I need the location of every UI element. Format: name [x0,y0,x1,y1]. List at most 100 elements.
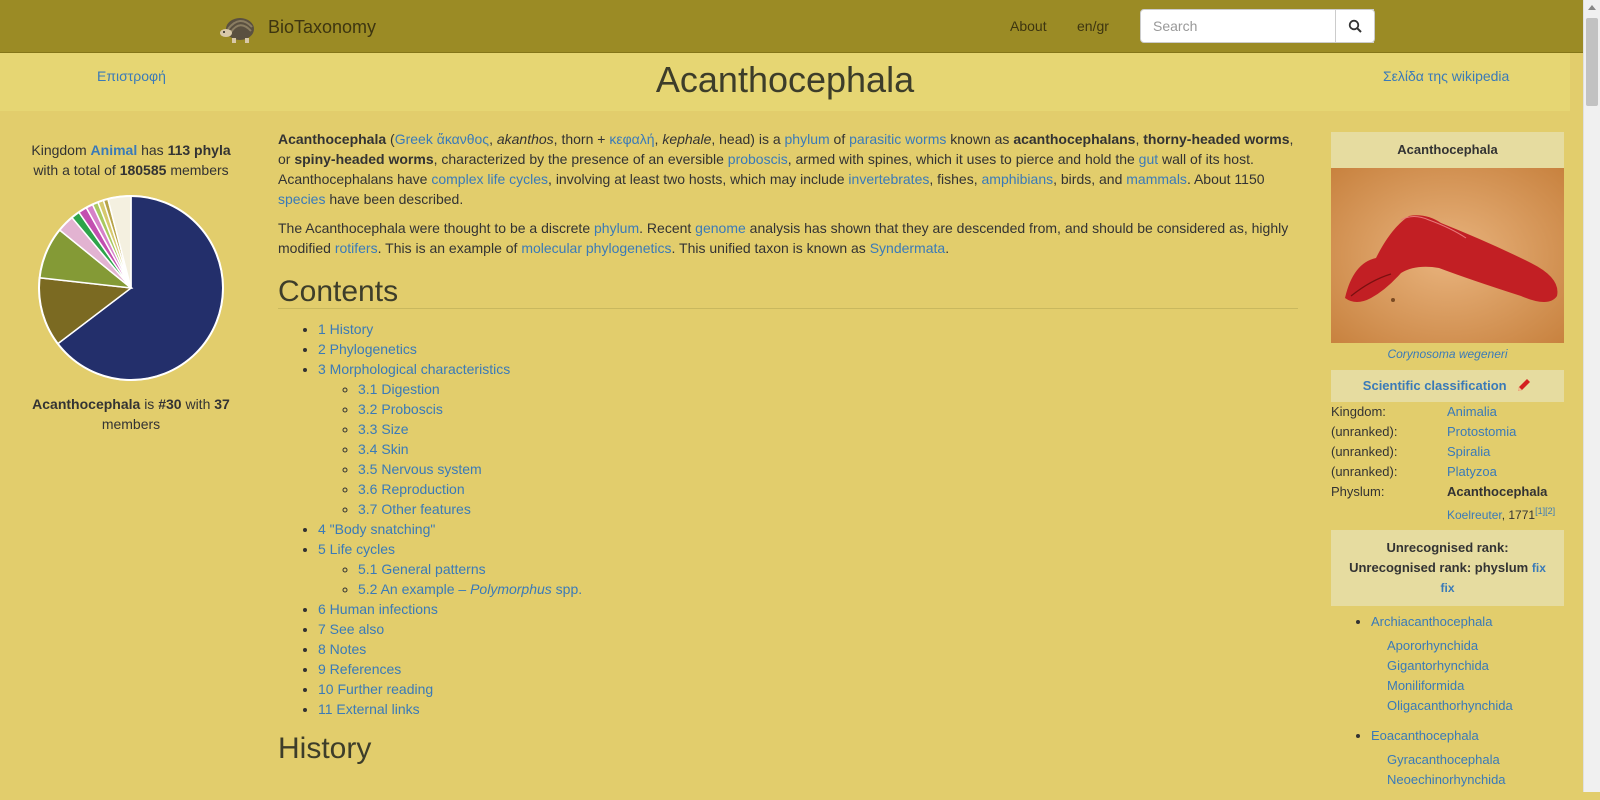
page-scrollbar[interactable] [1583,0,1600,792]
toc-link[interactable]: 6 Human infections [318,601,438,617]
toc-link[interactable]: 3.2 Proboscis [358,401,443,417]
classification-value[interactable]: Protostomia [1447,422,1516,442]
toc-item: 3.1 Digestion [358,379,1298,399]
toc-item: 11 External links [318,699,1298,719]
toc-link[interactable]: 5.1 General patterns [358,561,486,577]
subdivision-item-link[interactable]: Gyracanthocephala [1387,752,1500,767]
phyla-pie-chart[interactable] [35,192,227,384]
with-total-text: with a total of [33,162,116,178]
toc-item: 8 Notes [318,639,1298,659]
p1-italic-text: akanthos [496,131,554,147]
p1-link[interactable]: ἄκανθος [437,131,489,147]
specimen-image[interactable] [1331,168,1564,343]
scientific-classification-header: Scientific classification [1331,370,1564,402]
toc-item: 3.2 Proboscis [358,399,1298,419]
toc-link[interactable]: 3.3 Size [358,421,409,437]
intro-paragraph-2: The Acanthocephala were thought to be a … [278,218,1298,258]
classification-value[interactable]: Animalia [1447,402,1497,422]
search-button[interactable] [1335,9,1375,43]
p2-link[interactable]: genome [695,220,746,236]
p1-link[interactable]: gut [1139,151,1158,167]
toc-link[interactable]: 8 Notes [318,641,366,657]
p1-link[interactable]: Greek [395,131,433,147]
kingdom-stats-sidebar: Kingdom Animal has 113 phyla with a tota… [20,140,242,434]
specimen-caption[interactable]: Corynosoma wegeneri [1331,343,1564,368]
p1-link[interactable]: species [278,191,325,207]
p1-link[interactable]: amphibians [982,171,1054,187]
p1-text: , head) is a [711,131,785,147]
p1-link[interactable]: complex life cycles [431,171,548,187]
toc-link[interactable]: 3 Morphological characteristics [318,361,510,377]
classification-row: (unranked): Platyzoa [1331,462,1564,482]
pencil-icon[interactable] [1516,377,1532,393]
scrollbar-thumb[interactable] [1586,18,1598,106]
toc-link[interactable]: 3.4 Skin [358,441,409,457]
p2-text: The Acanthocephala were thought to be a … [278,220,594,236]
toc-link[interactable]: 9 References [318,661,401,677]
scroll-up-arrow-icon[interactable] [1588,5,1596,10]
fix-link-1[interactable]: fix [1532,561,1546,575]
wikipedia-link[interactable]: Σελίδα της wikipedia [1383,68,1509,84]
nav-language-link[interactable]: en/gr [1077,18,1109,34]
authority-link[interactable]: Koelreuter [1447,508,1502,522]
p2-link[interactable]: phylum [594,220,639,236]
p1-link[interactable]: κεφαλή [609,131,654,147]
toc-link[interactable]: 2 Phylogenetics [318,341,417,357]
nav-about-link[interactable]: About [1010,18,1047,34]
armadillo-logo-icon [220,18,254,43]
p1-text: , birds, and [1053,171,1127,187]
subdivision-item-link[interactable]: Neoechinorhynchida [1387,772,1506,787]
toc-link[interactable]: 3.1 Digestion [358,381,440,397]
toc-link[interactable]: 3.7 Other features [358,501,471,517]
classification-value[interactable]: Spiralia [1447,442,1490,462]
taxobox-title: Acanthocephala [1331,132,1564,168]
p1-text: of [829,131,850,147]
brand-name[interactable]: BioTaxonomy [268,17,376,38]
p2-text: . This unified taxon is known as [671,240,870,256]
p2-link[interactable]: rotifers [335,240,378,256]
scientific-classification-label: Scientific classification [1362,378,1507,393]
article-content: Acanthocephala (Greek ἄκανθος, akanthos,… [278,129,1298,764]
p1-link[interactable]: phylum [785,131,830,147]
toc-link[interactable]: 1 History [318,321,373,337]
classification-value[interactable]: Platyzoa [1447,462,1497,482]
p1-link[interactable]: proboscis [728,151,788,167]
with-text: with [185,396,211,412]
subdivision-item-link[interactable]: Gigantorhynchida [1387,658,1489,673]
p1-link[interactable]: invertebrates [848,171,929,187]
toc-link[interactable]: 4 "Body snatching" [318,521,435,537]
fix-link-2[interactable]: fix [1440,581,1454,595]
p1-text: have been described. [325,191,464,207]
toc-link[interactable]: 10 Further reading [318,681,433,697]
toc-link[interactable]: 3.5 Nervous system [358,461,482,477]
toc-link[interactable]: 5.2 An example – Polymorphus spp. [358,581,582,597]
brand[interactable]: BioTaxonomy [218,10,376,44]
subdivision-group-link[interactable]: Eoacanthocephala [1371,728,1479,743]
p2-link[interactable]: Syndermata [870,240,945,256]
p1-link[interactable]: parasitic worms [849,131,946,147]
subdivision-item-link[interactable]: Moniliformida [1387,678,1464,693]
authority-refs[interactable]: [1][2] [1535,506,1555,516]
kingdom-link[interactable]: Animal [91,142,138,158]
classification-rank: (unranked): [1331,464,1398,479]
p2-link[interactable]: molecular phylogenetics [521,240,671,256]
p2-text: . Recent [639,220,696,236]
toc-item: 5.2 An example – Polymorphus spp. [358,579,1298,599]
toc-link-italic[interactable]: Polymorphus [470,581,552,597]
p1-bold-text: spiny-headed worms [294,151,434,167]
classification-rows: Kingdom: Animalia (unranked): Protostomia (u… [1331,402,1564,502]
p1-text: , involving at least two hosts, which ma… [548,171,849,187]
toc-link[interactable]: 7 See also [318,621,384,637]
toc-link[interactable]: 5 Life cycles [318,541,395,557]
subdivision-item-link[interactable]: Oligacanthorhynchida [1387,698,1513,713]
p1-text: , [489,131,497,147]
toc-link[interactable]: 3.6 Reproduction [358,481,465,497]
toc-link[interactable]: 11 External links [318,701,420,717]
p1-link[interactable]: mammals [1126,171,1187,187]
page-title: Acanthocephala [655,59,915,100]
members-text-2: members [101,416,161,432]
subdivision-item-link[interactable]: Apororhynchida [1387,638,1478,653]
subdivision-group-link[interactable]: Archiacanthocephala [1371,614,1492,629]
classification-value: Acanthocephala [1447,484,1548,499]
p1-bold-text: Acanthocephala [278,131,387,147]
